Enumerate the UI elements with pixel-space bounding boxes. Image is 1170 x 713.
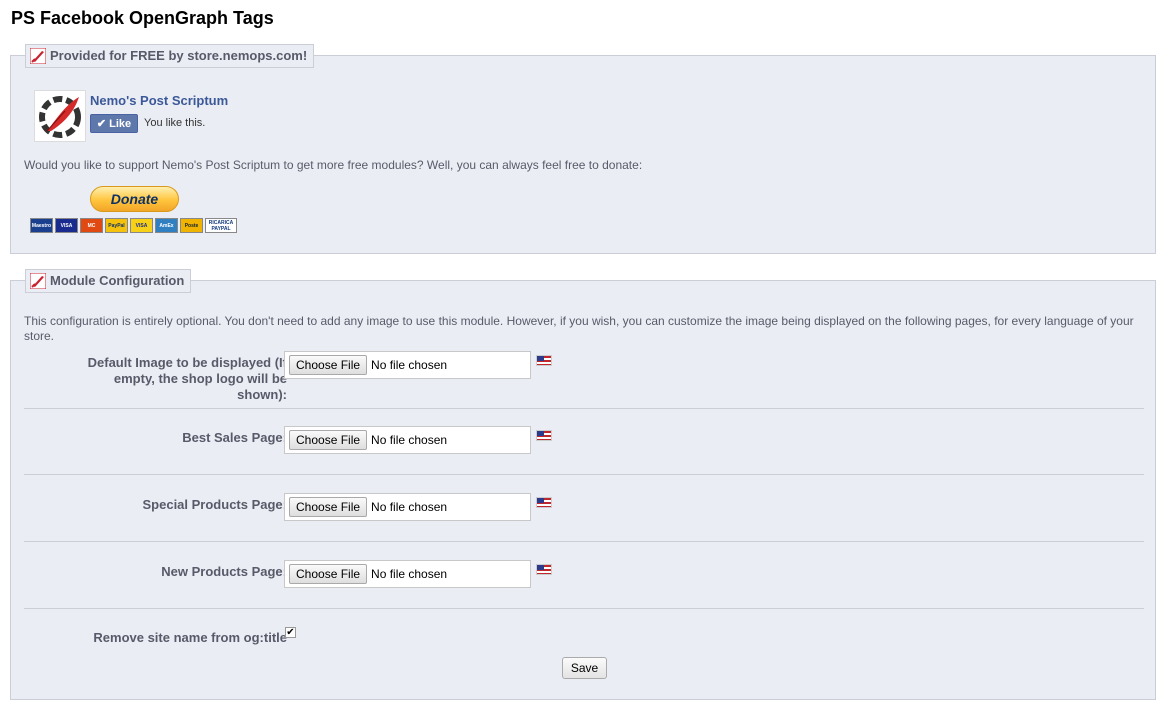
choose-file-button[interactable]: Choose File <box>289 430 368 450</box>
save-button[interactable]: Save <box>562 657 607 679</box>
page-title: PS Facebook OpenGraph Tags <box>11 8 274 28</box>
field-label: Default Image to be displayed (If empty,… <box>87 355 287 402</box>
promo-legend: Provided for FREE by store.nemops.com! <box>25 44 315 68</box>
divider <box>24 541 1144 542</box>
mastercard-icon: MC <box>80 218 103 233</box>
config-legend-text: Module Configuration <box>50 273 185 288</box>
nemo-logo[interactable] <box>34 90 86 142</box>
like-status-text: You like this. <box>144 117 206 129</box>
donate-button[interactable]: Donate <box>90 186 179 212</box>
divider <box>24 474 1144 475</box>
support-text: Would you like to support Nemo's Post Sc… <box>24 158 643 172</box>
like-label: Like <box>109 117 132 130</box>
file-status: No file chosen <box>371 433 448 447</box>
us-flag-icon[interactable] <box>536 564 552 575</box>
fb-page-name[interactable]: Nemo's Post Scriptum <box>90 93 228 108</box>
file-input-best-sales[interactable]: Choose File No file chosen <box>284 426 531 454</box>
file-status: No file chosen <box>371 358 448 372</box>
config-intro: This configuration is entirely optional.… <box>24 314 1134 343</box>
ricarica-paypal-icon: RICARICA PAYPAL <box>205 218 237 233</box>
quill-gear-logo <box>39 96 81 138</box>
file-status: No file chosen <box>371 500 448 514</box>
red-quill-icon <box>30 273 46 289</box>
file-input-default-image[interactable]: Choose File No file chosen <box>284 351 531 379</box>
visa-card-icon: VISA <box>55 218 78 233</box>
promo-fieldset: Provided for FREE by store.nemops.com! N… <box>10 44 1156 254</box>
choose-file-button[interactable]: Choose File <box>289 497 368 517</box>
file-input-new-products[interactable]: Choose File No file chosen <box>284 560 531 588</box>
us-flag-icon[interactable] <box>536 497 552 508</box>
visa-electron-icon: VISA <box>130 218 153 233</box>
like-button[interactable]: ✔ Like <box>90 114 138 133</box>
choose-file-button[interactable]: Choose File <box>289 564 368 584</box>
divider <box>24 408 1144 409</box>
field-label: New Products Page: <box>161 564 287 579</box>
file-status: No file chosen <box>371 567 448 581</box>
payment-cards: Maestro VISA MC PayPal VISA AmEx Poste R… <box>30 218 237 233</box>
remove-site-name-checkbox[interactable]: ✔ <box>285 627 296 638</box>
maestro-card-icon: Maestro <box>30 218 53 233</box>
red-quill-icon <box>30 48 46 64</box>
checkbox-label: Remove site name from og:title <box>93 630 287 645</box>
promo-legend-text: Provided for FREE by store.nemops.com! <box>50 48 308 63</box>
field-label: Best Sales Page: <box>182 430 287 445</box>
config-fieldset: Module Configuration This configuration … <box>10 269 1156 700</box>
us-flag-icon[interactable] <box>536 430 552 441</box>
us-flag-icon[interactable] <box>536 355 552 366</box>
config-legend: Module Configuration <box>25 269 192 293</box>
paypal-card-icon: PayPal <box>105 218 128 233</box>
choose-file-button[interactable]: Choose File <box>289 355 368 375</box>
divider <box>24 608 1144 609</box>
file-input-special-products[interactable]: Choose File No file chosen <box>284 493 531 521</box>
field-label: Special Products Page: <box>142 497 288 512</box>
postepay-card-icon: Poste <box>180 218 203 233</box>
check-icon: ✔ <box>96 118 107 130</box>
amex-card-icon: AmEx <box>155 218 178 233</box>
